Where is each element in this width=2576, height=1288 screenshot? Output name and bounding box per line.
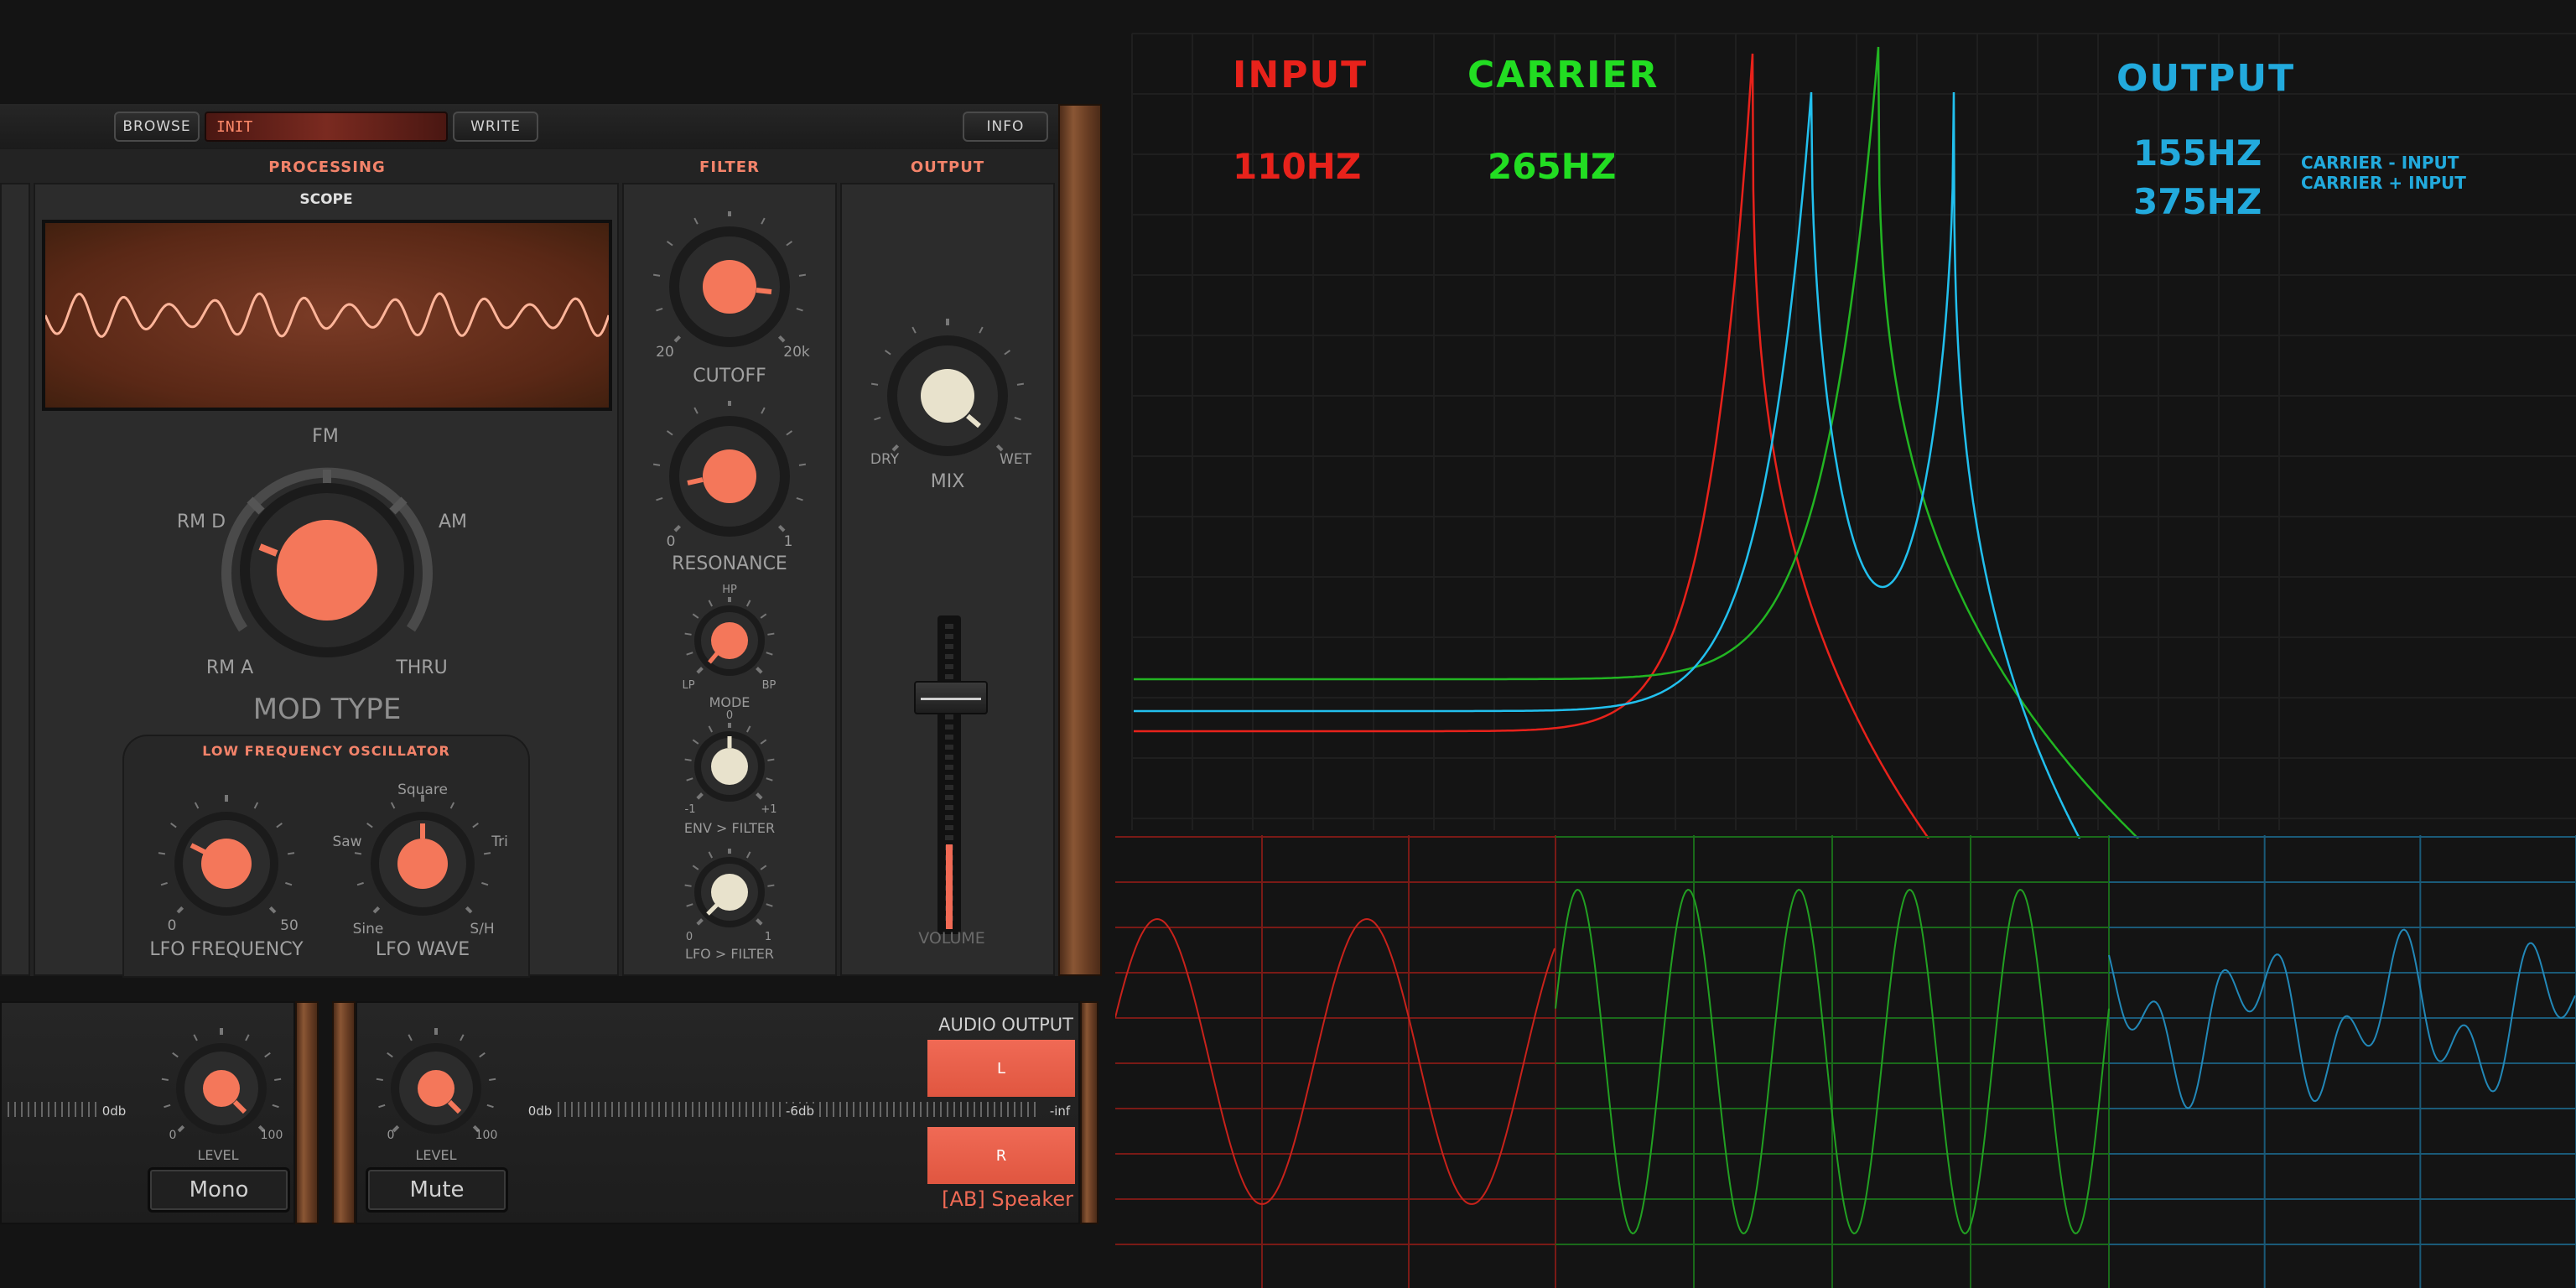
env-filter-max: +1	[761, 803, 777, 816]
input-title: INPUT	[1233, 54, 1368, 96]
wood-divider	[295, 1001, 319, 1224]
ring-modulation-diagram: INPUT 110HZ CARRIER 265HZ OUTPUT 155HZ 3…	[1115, 0, 2576, 1288]
mod-am-label: AM	[438, 512, 468, 532]
volume-slider-track[interactable]	[937, 615, 961, 934]
wood-side-panel	[1058, 104, 1102, 976]
output-scale-0db: 0db	[527, 1104, 553, 1119]
spectrum-plot	[1131, 33, 2576, 839]
output-note-sum: CARRIER + INPUT	[2301, 173, 2466, 193]
mute-button[interactable]: Mute	[366, 1167, 508, 1213]
output-spectrum-curve	[1134, 91, 2081, 839]
lfo-filter-max: 1	[764, 931, 772, 943]
volume-slider-handle[interactable]	[914, 681, 988, 714]
output-title: OUTPUT	[2116, 57, 2296, 100]
scope-display	[42, 220, 612, 411]
left-partial-section	[0, 183, 30, 976]
output-frequency-1: 155HZ	[2133, 132, 2262, 174]
lfo-filter-label: LFO > FILTER	[685, 946, 774, 962]
input-level-label: LEVEL	[197, 1147, 239, 1163]
wood-divider-right	[332, 1001, 356, 1224]
filter-header: FILTER	[699, 158, 760, 176]
scope-label: SCOPE	[299, 191, 353, 208]
resonance-knob[interactable]	[646, 401, 813, 552]
mod-type-title: MOD TYPE	[252, 693, 402, 726]
lfo-freq-max: 50	[280, 917, 299, 934]
mod-rmd-label: RM D	[176, 512, 226, 532]
audio-device-label[interactable]: [AB] Speaker	[914, 1187, 1073, 1211]
lfo-wave-square: Square	[397, 782, 448, 798]
mix-dry-label: DRY	[870, 451, 900, 468]
waveform-panels	[1115, 835, 2576, 1288]
mode-bp-label: BP	[761, 679, 776, 692]
resonance-min: 0	[666, 533, 676, 550]
mode-lp-label: LP	[682, 679, 695, 692]
resonance-max: 1	[783, 533, 793, 550]
ring-modulator-plugin: BROWSE INIT WRITE INFO PROCESSING FILTER…	[0, 0, 1107, 1288]
right-channel-meter: R	[927, 1127, 1075, 1184]
lfo-wave-tri: Tri	[491, 834, 508, 850]
lfo-wave-knob[interactable]	[347, 790, 498, 932]
input-level-min: 0	[169, 1129, 177, 1142]
preset-name-field[interactable]: INIT	[205, 112, 448, 142]
left-channel-meter: L	[927, 1040, 1075, 1097]
output-waveform	[2108, 928, 2576, 1109]
resonance-label: RESONANCE	[672, 553, 787, 574]
processing-header: PROCESSING	[268, 158, 386, 176]
input-level-max: 100	[260, 1129, 283, 1142]
audio-output-label: AUDIO OUTPUT	[938, 1015, 1073, 1035]
output-level-max: 100	[475, 1129, 498, 1142]
output-level-label: LEVEL	[415, 1147, 457, 1163]
lfo-header: LOW FREQUENCY OSCILLATOR	[202, 743, 450, 759]
input-level-scale	[8, 1102, 96, 1117]
output-scale-inf: -inf	[1049, 1104, 1071, 1119]
lfo-filter-knob[interactable]	[679, 849, 780, 941]
cutoff-knob[interactable]	[646, 211, 813, 362]
input-scale-0db: 0db	[101, 1104, 127, 1119]
output-note-difference: CARRIER - INPUT	[2301, 153, 2459, 173]
lfo-filter-min: 0	[685, 931, 693, 943]
env-filter-min: -1	[684, 803, 696, 816]
carrier-title: CARRIER	[1467, 54, 1659, 96]
output-scale-6db: -6db	[783, 1104, 817, 1119]
mode-label: MODE	[709, 694, 750, 710]
mod-fm-label: FM	[312, 426, 339, 447]
cutoff-label: CUTOFF	[693, 366, 766, 387]
output-header: OUTPUT	[910, 158, 985, 176]
mode-hp-label: HP	[722, 584, 737, 596]
wood-end	[1080, 1001, 1098, 1224]
env-filter-top: 0	[725, 709, 734, 722]
cutoff-max: 20k	[783, 344, 810, 361]
scope-waveform	[44, 292, 610, 338]
write-button[interactable]: WRITE	[453, 112, 538, 142]
mod-thru-label: THRU	[396, 657, 448, 678]
env-filter-knob[interactable]	[679, 723, 780, 815]
filter-mode-knob[interactable]	[679, 597, 780, 689]
volume-label: VOLUME	[918, 929, 985, 948]
mod-rma-label: RM A	[205, 657, 254, 678]
cutoff-min: 20	[656, 344, 674, 361]
volume-level-fill	[946, 844, 953, 929]
input-frequency: 110HZ	[1233, 146, 1362, 187]
input-waveform	[1115, 917, 1555, 1205]
mix-wet-label: WET	[1000, 451, 1031, 468]
lfo-wave-saw: Saw	[332, 834, 362, 850]
lfo-wave-label: LFO WAVE	[375, 939, 470, 960]
lfo-wave-sh: S/H	[470, 921, 495, 937]
mono-button[interactable]: Mono	[148, 1167, 290, 1213]
browse-button[interactable]: BROWSE	[114, 112, 200, 142]
output-frequency-2: 375HZ	[2133, 181, 2262, 222]
output-level-min: 0	[387, 1129, 395, 1142]
lfo-frequency-label: LFO FREQUENCY	[149, 939, 304, 960]
lfo-wave-sine: Sine	[352, 921, 384, 937]
info-button[interactable]: INFO	[963, 112, 1048, 142]
mix-label: MIX	[930, 471, 965, 492]
lfo-freq-min: 0	[167, 917, 177, 934]
lfo-frequency-knob[interactable]	[151, 790, 302, 932]
carrier-frequency: 265HZ	[1488, 146, 1617, 187]
env-filter-label: ENV > FILTER	[683, 820, 776, 836]
